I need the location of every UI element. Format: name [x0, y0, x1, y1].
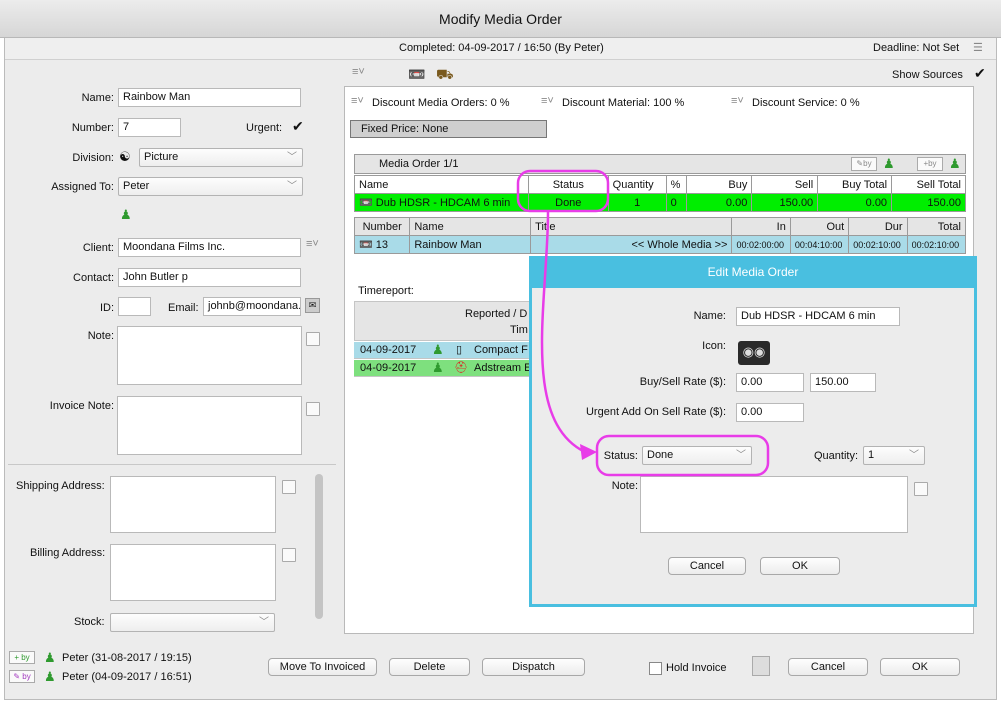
annotation-overlay: [516, 169, 770, 477]
invoice-doc-icon[interactable]: [752, 656, 770, 676]
hold-invoice-label: Hold Invoice: [666, 662, 727, 674]
delete-button[interactable]: Delete: [389, 658, 470, 676]
dispatch-button[interactable]: Dispatch: [482, 658, 585, 676]
ok-button[interactable]: OK: [880, 658, 960, 676]
hold-invoice-checkbox[interactable]: [649, 662, 662, 675]
status-callout-dialog: [595, 434, 770, 477]
cancel-button[interactable]: Cancel: [788, 658, 868, 676]
status-callout-top: [516, 169, 610, 213]
move-to-invoiced-button[interactable]: Move To Invoiced: [268, 658, 377, 676]
callout-arrow: [540, 211, 586, 454]
arrow-head-icon: [580, 444, 597, 460]
